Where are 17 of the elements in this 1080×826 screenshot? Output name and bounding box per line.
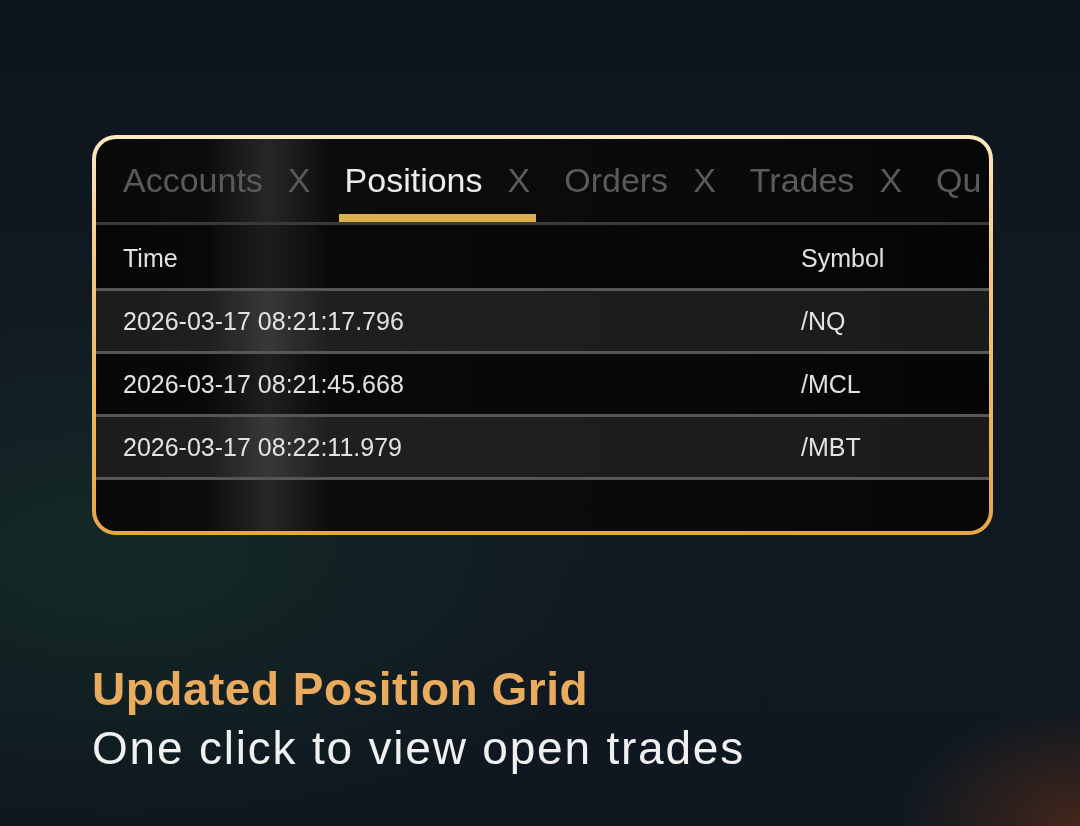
close-button[interactable]: X [287,162,311,197]
close-button[interactable]: X [879,162,903,197]
table-cell: /MBT [801,417,989,480]
table-cell: 2026-03-17 08:21:17.796 [96,291,801,354]
tab[interactable]: Positions X [338,139,537,222]
tab[interactable]: Trades X [743,139,909,222]
promo-title: Updated Position Grid [92,663,589,716]
column-header: Time [96,225,801,291]
table-cell: /NQ [801,291,989,354]
tab[interactable]: Orders X [558,139,722,222]
close-button[interactable]: X [693,162,716,197]
promo-subtitle: One click to view open trades [92,722,746,775]
tab[interactable]: Qu [930,139,988,222]
close-button[interactable]: X [507,162,531,197]
table-cell: 2026-03-17 08:22:11.979 [96,417,801,480]
table-cell: 2026-03-17 08:21:45.668 [96,354,801,417]
tab[interactable]: Accounts X [117,139,317,222]
